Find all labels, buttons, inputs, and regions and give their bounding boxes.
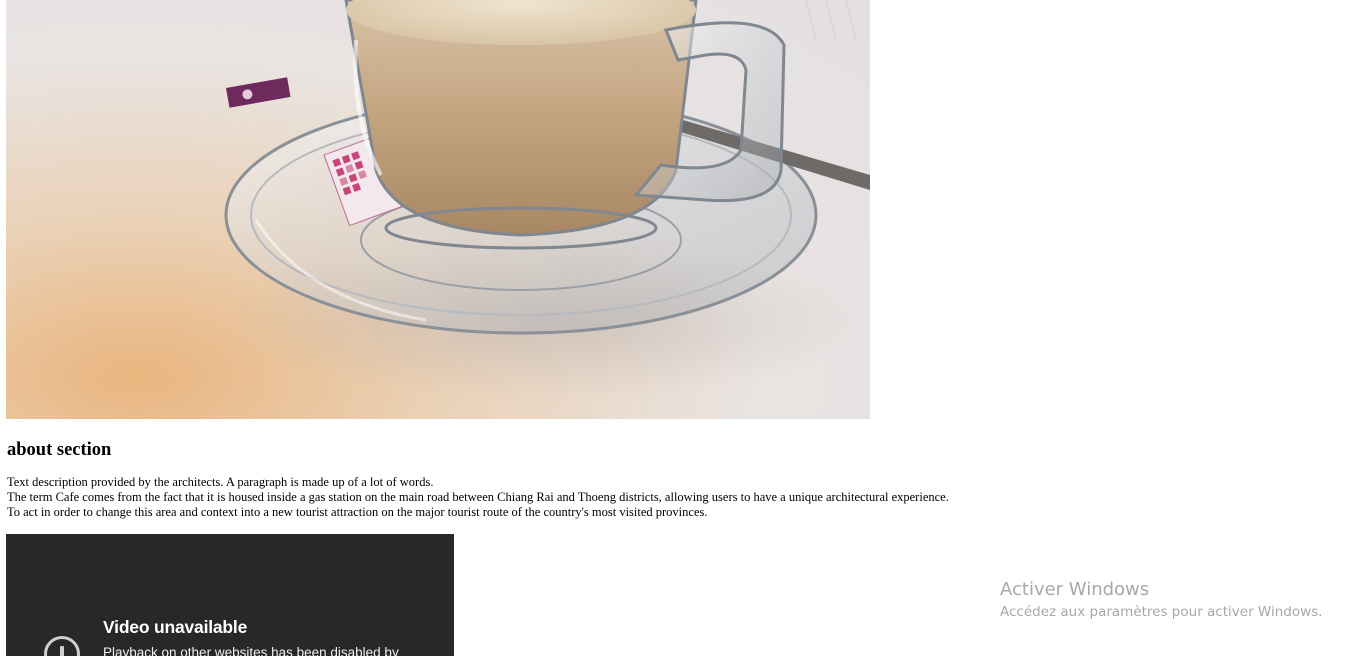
video-unavailable-title: Video unavailable bbox=[103, 617, 248, 637]
hero-coffee-image bbox=[6, 0, 870, 419]
watermark-title: Activer Windows bbox=[1000, 579, 1150, 600]
page: about section Text description provided … bbox=[0, 0, 1347, 656]
windows-activation-watermark: Activer Windows Accédez aux paramètres p… bbox=[1000, 578, 1322, 622]
about-line-1: Text description provided by the archite… bbox=[7, 475, 434, 489]
about-description: Text description provided by the archite… bbox=[7, 475, 949, 520]
embedded-video-player[interactable]: Video unavailable Playback on other webs… bbox=[6, 534, 454, 656]
about-heading: about section bbox=[7, 440, 112, 460]
alert-circle-icon bbox=[44, 636, 80, 656]
about-line-3: To act in order to change this area and … bbox=[7, 505, 708, 519]
watermark-subtitle: Accédez aux paramètres pour activer Wind… bbox=[1000, 604, 1323, 620]
video-unavailable-message: Playback on other websites has been disa… bbox=[103, 645, 399, 656]
about-line-2: The term Cafe comes from the fact that i… bbox=[7, 490, 949, 504]
